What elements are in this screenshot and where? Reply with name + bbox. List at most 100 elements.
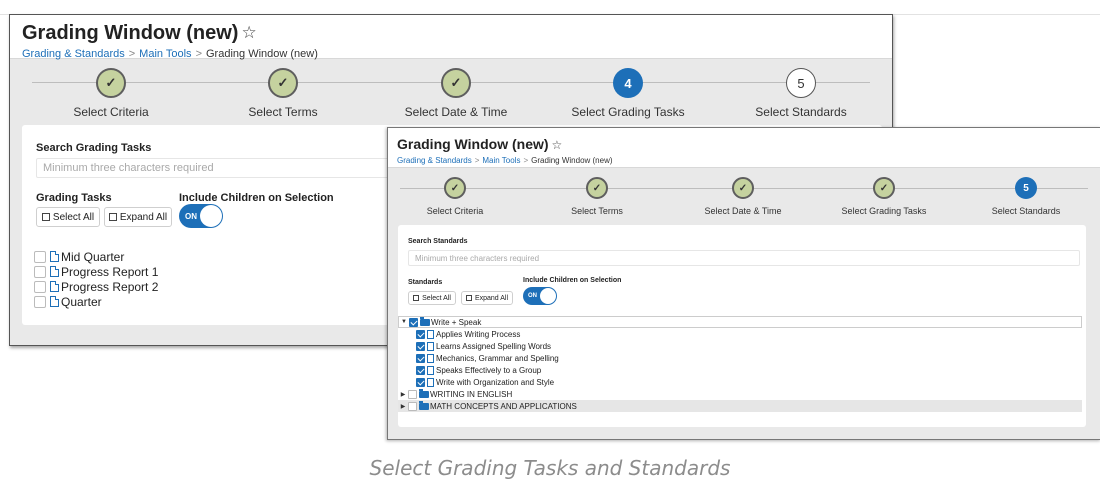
tree-node-label: Speaks Effectively to a Group (436, 365, 542, 375)
breadcrumb-grading-standards[interactable]: Grading & Standards (397, 156, 472, 165)
step-3-label[interactable]: Select Date & Time (405, 105, 508, 119)
caret-right-icon[interactable]: ▶ (398, 403, 408, 410)
toggle-state: ON (528, 293, 537, 299)
page-header: Grading Window (new) ☆ Grading & Standard… (10, 15, 892, 60)
select-all-label: Select All (52, 211, 95, 223)
breadcrumb-current: Grading Window (new) (531, 156, 613, 165)
select-all-label: Select All (422, 294, 451, 302)
tree-leaf[interactable]: Speaks Effectively to a Group (398, 364, 1082, 376)
expand-all-button[interactable]: Expand All (461, 291, 513, 305)
standards-label: Standards (408, 279, 443, 286)
task-checkbox[interactable] (34, 295, 46, 308)
standards-panel: Search Standards Standards Include Child… (398, 225, 1086, 427)
tree-node-writing-in-english[interactable]: ▶ WRITING IN ENGLISH (398, 388, 1082, 400)
document-icon (50, 251, 59, 262)
tree-leaf[interactable]: Write with Organization and Style (398, 376, 1082, 388)
task-checkbox[interactable] (34, 265, 46, 278)
checkmark-icon: ✓ (592, 182, 602, 194)
favorite-star-icon[interactable]: ☆ (552, 137, 563, 154)
tree-checkbox[interactable] (416, 341, 425, 351)
tree-node-label: Write with Organization and Style (436, 377, 555, 387)
task-checkbox[interactable] (34, 250, 46, 263)
tree-node-write-speak[interactable]: ▼ Write + Speak (398, 316, 1082, 328)
caret-right-icon[interactable]: ▶ (398, 391, 408, 398)
search-grading-tasks-label: Search Grading Tasks (36, 142, 152, 154)
checkmark-icon: ✓ (450, 182, 460, 194)
step-4-label[interactable]: Select Grading Tasks (842, 206, 927, 216)
expand-all-label: Expand All (119, 211, 168, 223)
select-all-button[interactable]: Select All (408, 291, 456, 305)
tree-leaf[interactable]: Applies Writing Process (398, 328, 1082, 340)
step-1-label[interactable]: Select Criteria (73, 105, 148, 119)
step-2-circle[interactable]: ✓ (586, 177, 608, 199)
document-icon (50, 266, 59, 277)
tree-checkbox[interactable] (416, 329, 425, 339)
tree-checkbox[interactable] (416, 377, 425, 387)
toggle-state: ON (185, 211, 197, 221)
search-standards-input[interactable] (408, 250, 1080, 266)
grading-task-item[interactable]: Mid Quarter (34, 249, 158, 264)
breadcrumb-main-tools[interactable]: Main Tools (482, 156, 520, 165)
figure-caption: Select Grading Tasks and Standards (369, 456, 731, 480)
step-4-label[interactable]: Select Grading Tasks (571, 105, 684, 119)
page-title: Grading Window (new) ☆ (22, 21, 880, 45)
tree-checkbox[interactable] (409, 317, 418, 327)
grading-task-list: Mid Quarter Progress Report 1 Progress R… (34, 249, 158, 309)
step-3-circle[interactable]: ✓ (441, 68, 471, 98)
task-label: Quarter (61, 294, 102, 309)
search-standards-label: Search Standards (408, 238, 468, 245)
include-children-label: Include Children on Selection (523, 277, 622, 284)
standards-tree: ▼ Write + Speak Applies Writing Process L… (398, 316, 1082, 412)
step-3-circle[interactable]: ✓ (732, 177, 754, 199)
include-children-toggle[interactable]: ON (179, 204, 223, 228)
step-4-circle[interactable]: ✓ (873, 177, 895, 199)
folder-icon (419, 400, 429, 410)
document-icon (427, 341, 434, 351)
step-1-circle[interactable]: ✓ (444, 177, 466, 199)
task-label: Progress Report 1 (61, 264, 159, 279)
document-icon (427, 329, 434, 339)
breadcrumb: Grading & Standards > Main Tools > Grading W… (397, 156, 1091, 166)
tree-leaf[interactable]: Mechanics, Grammar and Spelling (398, 352, 1082, 364)
step-4-circle[interactable]: 4 (613, 68, 643, 98)
tree-node-math-concepts[interactable]: ▶ MATH CONCEPTS AND APPLICATIONS (398, 400, 1082, 412)
checkmark-icon: ✓ (105, 75, 117, 90)
grading-task-item[interactable]: Progress Report 1 (34, 264, 158, 279)
step-5-circle[interactable]: 5 (786, 68, 816, 98)
tree-leaf[interactable]: Learns Assigned Spelling Words (398, 340, 1082, 352)
step-5-label[interactable]: Select Standards (992, 206, 1061, 216)
expand-all-button[interactable]: Expand All (104, 207, 172, 227)
checkmark-icon: ✓ (738, 182, 748, 194)
page-title-text: Grading Window (new) (397, 136, 549, 152)
include-children-toggle[interactable]: ON (523, 287, 557, 305)
document-icon (427, 353, 434, 363)
checkbox-icon (413, 295, 420, 301)
breadcrumb-separator-icon: > (523, 156, 529, 165)
task-checkbox[interactable] (34, 280, 46, 293)
step-2-circle[interactable]: ✓ (268, 68, 298, 98)
tree-checkbox[interactable] (416, 365, 425, 375)
breadcrumb-separator-icon: > (474, 156, 480, 165)
page-title-text: Grading Window (new) (22, 22, 239, 44)
caret-down-icon[interactable]: ▼ (399, 319, 409, 325)
grading-task-item[interactable]: Quarter (34, 294, 158, 309)
grading-task-item[interactable]: Progress Report 2 (34, 279, 158, 294)
task-label: Mid Quarter (61, 249, 125, 264)
tree-checkbox[interactable] (408, 389, 417, 399)
tree-checkbox[interactable] (408, 401, 417, 411)
expand-all-label: Expand All (474, 294, 509, 302)
step-2-label[interactable]: Select Terms (248, 105, 317, 119)
step-1-label[interactable]: Select Criteria (427, 206, 484, 216)
include-children-label: Include Children on Selection (179, 192, 334, 204)
step-1-circle[interactable]: ✓ (96, 68, 126, 98)
tree-node-label: WRITING IN ENGLISH (430, 389, 513, 399)
tree-checkbox[interactable] (416, 353, 425, 363)
favorite-star-icon[interactable]: ☆ (241, 21, 256, 45)
select-all-button[interactable]: Select All (36, 207, 100, 227)
checkbox-icon (41, 213, 50, 221)
step-5-circle[interactable]: 5 (1015, 177, 1037, 199)
step-5-label[interactable]: Select Standards (755, 105, 846, 119)
step-3-label[interactable]: Select Date & Time (704, 206, 781, 216)
step-2-label[interactable]: Select Terms (571, 206, 623, 216)
folder-icon (420, 316, 430, 326)
